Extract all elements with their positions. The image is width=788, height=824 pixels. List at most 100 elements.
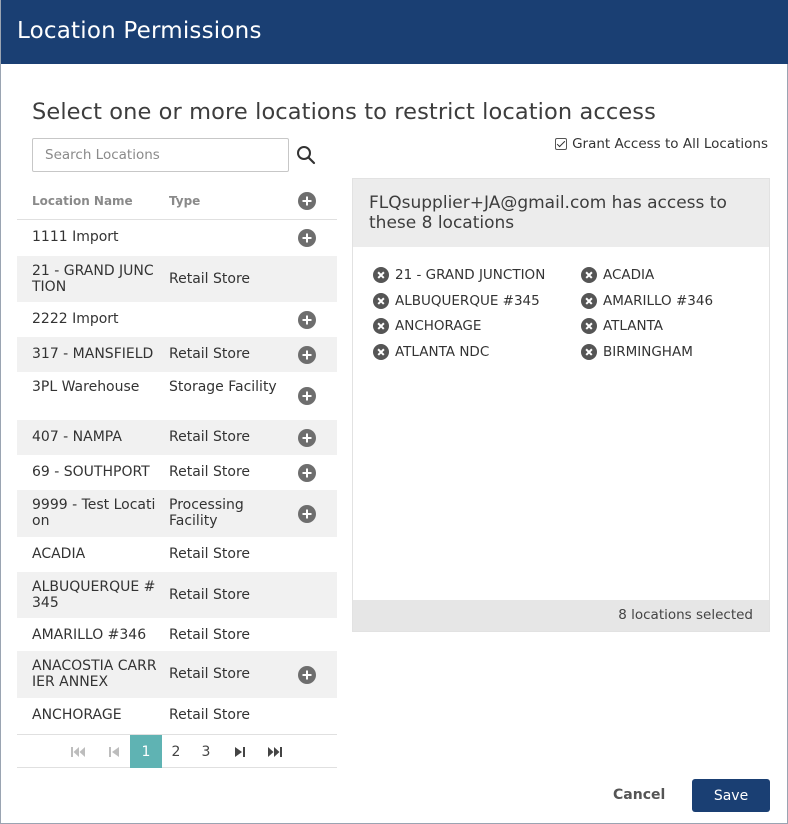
location-name: ACADIA [32,546,86,562]
table-header: Location Name Type [17,184,337,220]
column-header-type: Type [169,194,201,208]
table-row[interactable]: AMARILLO #346 Retail Store [17,618,337,651]
location-name: 407 - NAMPA [32,429,122,445]
location-name: ALBUQUERQUE #345 [32,579,156,611]
search-input[interactable] [32,138,289,172]
save-button[interactable]: Save [692,779,770,812]
next-page-icon [235,746,245,757]
page-button-1[interactable]: 1 [130,735,162,768]
table-row[interactable]: 9999 - Test Location Processing Facility [17,490,337,537]
selected-locations-panel: FLQsupplier+JA@gmail.com has access to t… [352,178,770,632]
remove-location-icon[interactable] [373,343,389,360]
dialog-header: Location Permissions [1,0,788,64]
cancel-button[interactable]: Cancel [613,787,665,803]
selected-location-chip: ALBUQUERQUE #345 [373,292,540,309]
table-row[interactable]: ALBUQUERQUE #345 Retail Store [17,572,337,618]
location-name: AMARILLO #346 [32,627,147,643]
location-type: Retail Store [169,666,251,682]
location-type: Retail Store [169,707,251,723]
page-button-3[interactable]: 3 [193,735,219,768]
selected-location-chip: ANCHORAGE [373,318,481,334]
prev-page-button[interactable] [101,735,127,768]
add-location-icon[interactable] [298,387,316,405]
location-type: Retail Store [169,464,251,480]
location-type: Retail Store [169,587,251,603]
table-row[interactable]: 407 - NAMPA Retail Store [17,420,337,455]
first-page-button[interactable] [65,735,91,768]
location-name: ANACOSTIA CARRIER ANNEX [32,658,157,690]
location-name: 3PL Warehouse [32,379,140,395]
table-row[interactable]: 317 - MANSFIELD Retail Store [17,337,337,372]
remove-location-icon[interactable] [581,318,597,334]
next-page-button[interactable] [227,735,253,768]
selected-location-chip: BIRMINGHAM [581,343,693,360]
table-row[interactable]: 2222 Import [17,302,337,337]
location-type: Retail Store [169,429,251,445]
remove-location-icon[interactable] [373,292,389,309]
add-location-icon[interactable] [298,346,316,364]
location-type: Retail Store [169,546,251,562]
selected-location-label: BIRMINGHAM [603,343,693,360]
location-name: 2222 Import [32,311,119,327]
last-page-icon [268,746,282,757]
add-location-icon[interactable] [298,429,316,447]
remove-location-icon[interactable] [581,267,597,283]
selected-count: 8 locations selected [618,607,753,623]
table-row[interactable]: 3PL Warehouse Storage Facility [17,372,337,420]
selected-location-label: ATLANTA [603,318,664,334]
add-all-icon[interactable] [298,192,316,210]
grant-all-label: Grant Access to All Locations [572,136,768,152]
instruction-text: Select one or more locations to restrict… [32,99,656,125]
location-type: Retail Store [169,346,251,362]
location-name: 9999 - Test Location [32,497,156,529]
location-name: 69 - SOUTHPORT [32,464,150,480]
selected-location-label: ACADIA [603,267,655,283]
dialog-title: Location Permissions [17,18,262,44]
remove-location-icon[interactable] [373,318,389,334]
selected-location-chip: ATLANTA [581,318,663,334]
selected-location-label: AMARILLO #346 [603,292,714,309]
table-body: 1111 Import 21 - GRAND JUNCTION Retail Sto… [17,220,337,731]
add-location-icon[interactable] [298,505,316,523]
add-location-icon[interactable] [298,666,316,684]
location-name: 317 - MANSFIELD [32,346,154,362]
location-name: 21 - GRAND JUNCTION [32,263,154,295]
location-type: Retail Store [169,627,251,643]
table-row[interactable]: ACADIA Retail Store [17,537,337,572]
add-location-icon[interactable] [298,229,316,247]
table-row[interactable]: ANACOSTIA CARRIER ANNEX Retail Store [17,651,337,698]
column-header-location-name: Location Name [32,194,133,208]
table-row[interactable]: 1111 Import [17,220,337,256]
add-location-icon[interactable] [298,311,316,329]
location-name: ANCHORAGE [32,707,122,723]
selected-location-label: 21 - GRAND JUNCTION [395,267,546,283]
first-page-icon [71,746,85,757]
last-page-button[interactable] [261,735,289,768]
selected-location-chip: AMARILLO #346 [581,292,714,309]
table-row[interactable]: 21 - GRAND JUNCTION Retail Store [17,256,337,302]
panel-footer: 8 locations selected [353,600,769,631]
selected-location-label: ANCHORAGE [395,318,482,334]
table-row[interactable]: ANCHORAGE Retail Store [17,698,337,731]
grant-all-checkbox[interactable]: Grant Access to All Locations [555,136,768,152]
panel-header: FLQsupplier+JA@gmail.com has access to t… [353,179,769,247]
selected-location-chip: 21 - GRAND JUNCTION [373,267,545,283]
table-row[interactable]: 69 - SOUTHPORT Retail Store [17,455,337,490]
checkbox-checked-icon[interactable] [555,138,568,150]
panel-title: FLQsupplier+JA@gmail.com has access to t… [369,193,727,233]
prev-page-icon [109,746,119,757]
selected-location-chip: ACADIA [581,267,654,283]
location-name: 1111 Import [32,229,119,245]
remove-location-icon[interactable] [581,343,597,360]
locations-table: Location Name Type 1111 Import 21 - GRAND… [17,184,337,731]
search-button[interactable] [293,142,319,168]
location-type: Processing Facility [169,497,244,529]
add-location-icon[interactable] [298,464,316,482]
page-button-2[interactable]: 2 [163,735,189,768]
location-type: Storage Facility [169,379,277,395]
remove-location-icon[interactable] [373,267,389,283]
selected-location-label: ALBUQUERQUE #345 [395,292,540,309]
selected-location-label: ATLANTA NDC [395,343,490,360]
selected-location-chip: ATLANTA NDC [373,343,490,360]
remove-location-icon[interactable] [581,292,597,309]
